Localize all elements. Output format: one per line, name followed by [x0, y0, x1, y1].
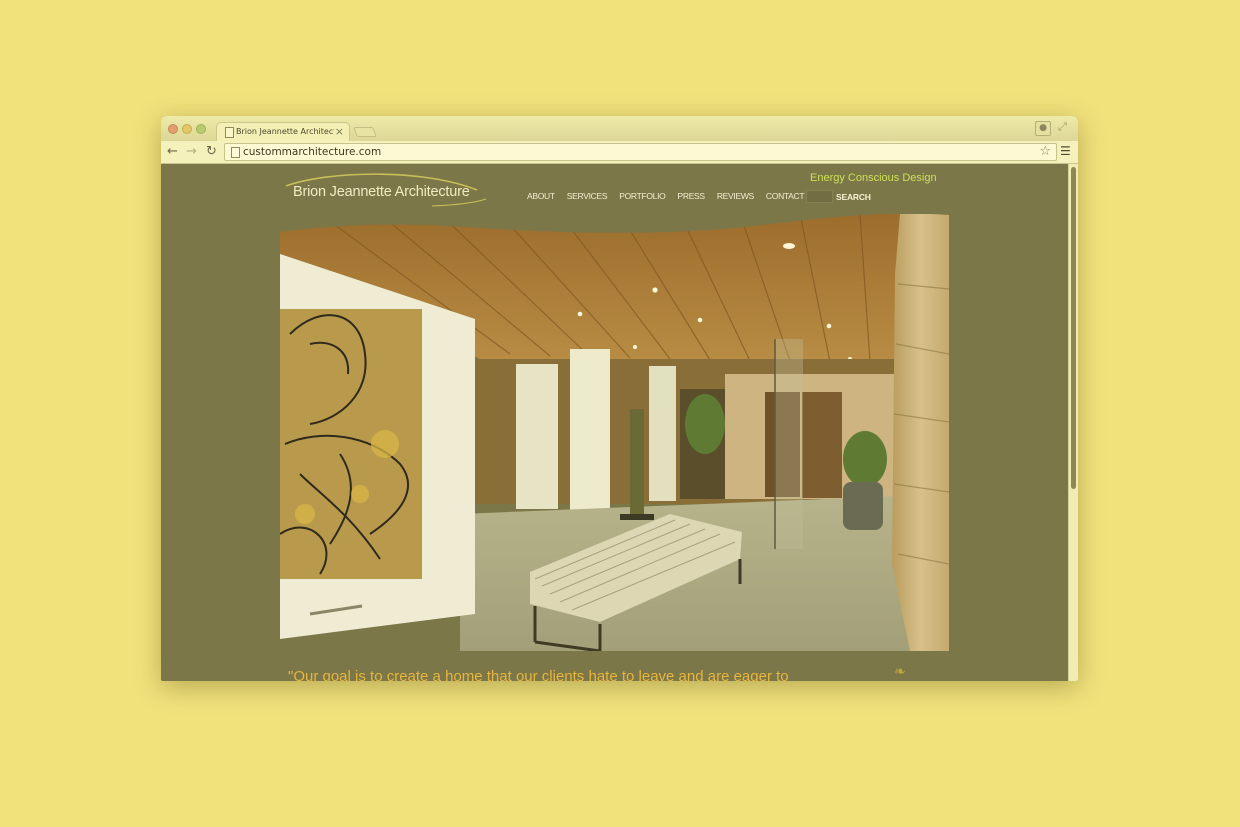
browser-toolbar: ← → ↻ custommarchitecture.com ☆ ☰ — [161, 141, 1078, 164]
nav-item-services[interactable]: SERVICES — [567, 191, 608, 201]
quote-text: "Our goal is to create a home that our c… — [288, 668, 789, 681]
tagline: Energy Conscious Design — [810, 172, 937, 184]
document-icon — [225, 127, 234, 138]
search-input[interactable] — [806, 190, 833, 203]
minimize-window-icon[interactable] — [182, 124, 192, 134]
main-nav: ABOUT SERVICES PORTFOLIO PRESS REVIEWS C… — [527, 191, 805, 201]
page-viewport: Brion Jeannette Architecture ABOUT SERVI… — [161, 164, 1078, 681]
profile-icon[interactable]: ● — [1035, 121, 1051, 136]
forward-arrow-icon[interactable]: → — [186, 144, 197, 159]
page-icon — [231, 147, 240, 158]
tab-close-icon[interactable]: × — [335, 125, 344, 138]
tab-bar: Brion Jeannette Architectur × ● ⤢ — [161, 116, 1078, 142]
hero-image — [280, 214, 949, 651]
nav-item-contact[interactable]: CONTACT — [766, 191, 805, 201]
star-icon[interactable]: ☆ — [1039, 144, 1051, 159]
scrollbar-thumb[interactable] — [1071, 167, 1076, 489]
menu-icon[interactable]: ☰ — [1060, 144, 1071, 158]
zoom-window-icon[interactable] — [196, 124, 206, 134]
url-text[interactable]: custommarchitecture.com — [243, 146, 381, 158]
logo-text: Brion Jeannette Architecture — [293, 184, 470, 200]
new-tab-button[interactable] — [353, 127, 377, 137]
nav-item-about[interactable]: ABOUT — [527, 191, 555, 201]
browser-tab[interactable]: Brion Jeannette Architectur × — [216, 122, 350, 142]
address-bar[interactable]: custommarchitecture.com ☆ — [224, 143, 1057, 161]
site-logo[interactable]: Brion Jeannette Architecture — [282, 169, 492, 211]
nav-item-portfolio[interactable]: PORTFOLIO — [619, 191, 666, 201]
close-window-icon[interactable] — [168, 124, 178, 134]
fullscreen-icon[interactable]: ⤢ — [1058, 120, 1067, 134]
back-arrow-icon[interactable]: ← — [167, 144, 178, 159]
browser-window: Brion Jeannette Architectur × ● ⤢ ← → ↻ … — [161, 116, 1078, 681]
nav-item-press[interactable]: PRESS — [677, 191, 705, 201]
nav-item-reviews[interactable]: REVIEWS — [717, 191, 754, 201]
leaf-icon: ❧ — [894, 664, 906, 680]
search-button[interactable]: SEARCH — [836, 192, 871, 202]
tab-title: Brion Jeannette Architectur — [236, 127, 334, 136]
reload-icon[interactable]: ↻ — [206, 144, 217, 159]
scrollbar[interactable] — [1068, 164, 1078, 681]
